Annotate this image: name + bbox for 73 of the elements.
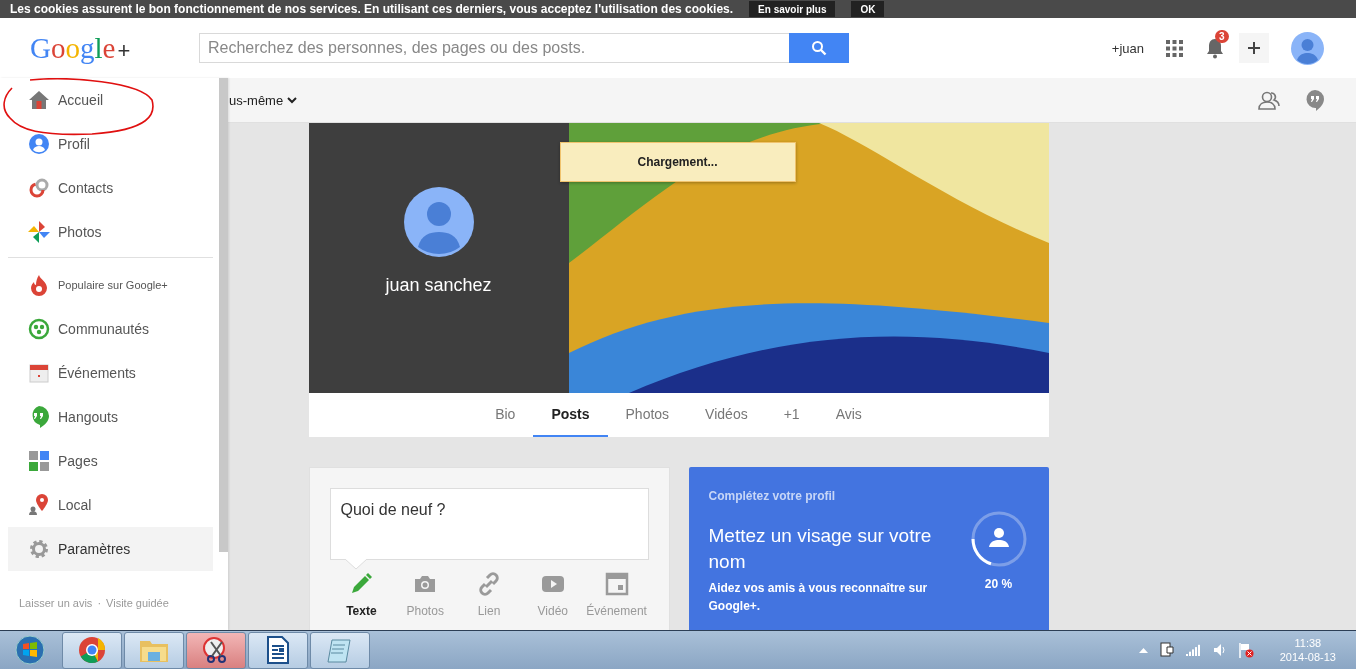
- progress-percent: 20 %: [984, 577, 1013, 591]
- profile-tab[interactable]: Posts: [533, 393, 608, 437]
- windows-logo-icon: [15, 635, 45, 665]
- notepad-icon: [326, 636, 354, 664]
- apps-grid-icon[interactable]: [1166, 39, 1183, 57]
- contacts-icon: [28, 177, 50, 199]
- card-heading: Complétez votre profil: [708, 489, 837, 503]
- sidebar-item[interactable]: Communautés: [8, 307, 213, 351]
- search-icon: [811, 40, 827, 56]
- profile-tab[interactable]: Bio: [477, 393, 534, 437]
- profile-avatar-icon[interactable]: [403, 187, 474, 257]
- gear-icon: [28, 538, 50, 560]
- sidebar-item[interactable]: Pages: [8, 439, 213, 483]
- plus-icon: [1247, 41, 1261, 55]
- share-button[interactable]: [1239, 33, 1269, 63]
- pencil-icon: [349, 572, 374, 596]
- sidebar-item[interactable]: Populaire sur Google+: [8, 263, 213, 307]
- profile-name: juan sanchez: [385, 275, 492, 296]
- show-hidden-icons-icon[interactable]: [1138, 647, 1148, 653]
- sidebar-item[interactable]: Paramètres: [8, 527, 213, 571]
- card-title: Mettez un visage sur votre nom: [708, 524, 933, 574]
- sidebar-item[interactable]: Événements: [8, 351, 213, 395]
- profile-tab[interactable]: Photos: [607, 393, 688, 437]
- flag-error-icon[interactable]: [1237, 642, 1254, 658]
- sidebar-item[interactable]: Contacts: [8, 166, 213, 210]
- cookie-button[interactable]: En savoir plus: [749, 1, 836, 17]
- loading-toast: Chargement...: [559, 142, 796, 182]
- document-icon: [264, 636, 292, 664]
- search-button[interactable]: [789, 33, 849, 63]
- drawer-scrollbar[interactable]: [219, 78, 228, 552]
- taskbar-app[interactable]: [186, 631, 246, 669]
- flame-icon: [28, 274, 50, 296]
- sidebar-item[interactable]: Profil: [8, 122, 213, 166]
- sidebar-item[interactable]: Hangouts: [8, 395, 213, 439]
- cookie-message: Les cookies assurent le bon fonctionnement de nos services. En utilisant ces derniers, vous acceptez l'utilisation des cookies.: [10, 2, 734, 16]
- search-field[interactable]: Recherchez des personnes, des pages ou des posts.: [199, 33, 789, 63]
- clock-date: 2014-08-13: [1279, 651, 1336, 663]
- people-icon[interactable]: [1258, 90, 1280, 110]
- post-type-option[interactable]: Texte: [329, 572, 394, 618]
- browser-icon: [78, 636, 106, 664]
- speech-pointer-icon: [344, 559, 367, 570]
- person-icon: [988, 528, 1009, 547]
- chevron-down-icon: [287, 96, 298, 104]
- power-plug-icon[interactable]: [1159, 642, 1174, 658]
- map-pin-icon: [28, 494, 50, 516]
- notification-badge: 3: [1215, 30, 1229, 43]
- clock-time: 11:38: [1294, 637, 1322, 649]
- pages-icon: [28, 450, 50, 472]
- calendar-icon: [604, 572, 629, 596]
- profile-tab[interactable]: Vidéos: [687, 393, 766, 437]
- pinwheel-icon: [28, 221, 50, 243]
- profile-tab[interactable]: Avis: [817, 393, 880, 437]
- link-icon: [477, 572, 501, 596]
- speaker-icon[interactable]: [1213, 643, 1226, 657]
- calendar-icon: [28, 362, 50, 384]
- communities-icon: [28, 318, 50, 340]
- google-plus-logo[interactable]: Google+: [0, 31, 170, 65]
- signal-bars-icon[interactable]: [1185, 644, 1202, 656]
- avatar-icon[interactable]: [1291, 31, 1324, 65]
- sidebar-item[interactable]: Local: [8, 483, 213, 527]
- profile-tab[interactable]: +1: [765, 393, 818, 437]
- sidebar-item[interactable]: Photos: [8, 210, 213, 254]
- sidebar-item[interactable]: Accueil: [8, 78, 213, 122]
- card-description: Aidez vos amis à vous reconnaître sur Google+.: [708, 580, 929, 615]
- quote-bubble-icon[interactable]: [1306, 89, 1324, 111]
- taskbar-app[interactable]: [248, 631, 308, 669]
- cookie-button[interactable]: OK: [851, 1, 885, 17]
- separator-dot: ·: [97, 597, 102, 609]
- user-link[interactable]: +juan: [1111, 40, 1144, 56]
- person-icon: [28, 133, 50, 155]
- post-input-field[interactable]: Quoi de neuf ?: [329, 488, 649, 560]
- house-icon: [28, 89, 50, 111]
- filter-dropdown[interactable]: us-même: [229, 92, 298, 108]
